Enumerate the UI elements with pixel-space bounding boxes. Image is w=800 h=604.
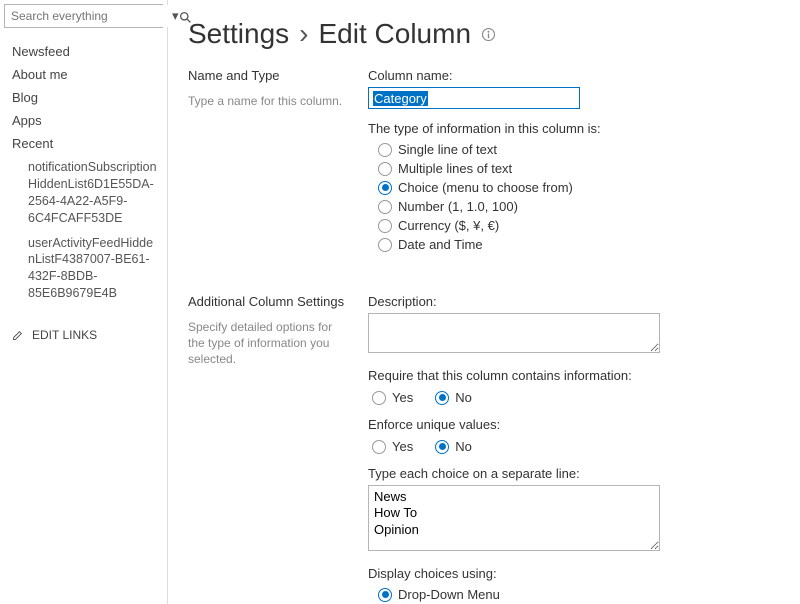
column-type-radio[interactable]: Date and Time	[378, 235, 780, 254]
unique-radio-group: Yes No	[368, 436, 780, 454]
section-heading: Additional Column Settings	[188, 294, 352, 309]
edit-links-label: EDIT LINKS	[32, 328, 97, 342]
breadcrumb-current: Edit Column	[319, 18, 472, 50]
unique-no-radio[interactable]: No	[435, 439, 472, 454]
info-icon[interactable]	[481, 26, 496, 43]
radio-label: Multiple lines of text	[398, 161, 512, 176]
column-name-field[interactable]: Category	[368, 87, 580, 109]
display-choice-radio[interactable]: Drop-Down Menu	[378, 585, 780, 604]
require-label: Require that this column contains inform…	[368, 368, 780, 383]
breadcrumb: Settings › Edit Column	[188, 18, 780, 50]
require-yes-radio[interactable]: Yes	[372, 390, 413, 405]
display-label: Display choices using:	[368, 566, 780, 581]
radio-label: Currency ($, ¥, €)	[398, 218, 499, 233]
column-type-label: The type of information in this column i…	[368, 121, 780, 136]
radio-label: Drop-Down Menu	[398, 587, 500, 602]
column-type-radio[interactable]: Number (1, 1.0, 100)	[378, 197, 780, 216]
choices-label: Type each choice on a separate line:	[368, 466, 780, 481]
column-name-value: Category	[373, 91, 428, 106]
recent-item[interactable]: userActivityFeedHiddenListF4387007-BE61-…	[2, 231, 165, 307]
breadcrumb-root[interactable]: Settings	[188, 18, 289, 50]
section-heading: Name and Type	[188, 68, 352, 83]
column-type-radio[interactable]: Multiple lines of text	[378, 159, 780, 178]
section-name-and-type: Name and Type Type a name for this colum…	[188, 68, 780, 266]
radio-label: Number (1, 1.0, 100)	[398, 199, 518, 214]
breadcrumb-separator: ›	[299, 18, 308, 50]
section-help: Type a name for this column.	[188, 93, 352, 109]
column-name-label: Column name:	[368, 68, 780, 83]
sidebar-item-newsfeed[interactable]: Newsfeed	[2, 40, 165, 63]
sidebar-item-blog[interactable]: Blog	[2, 86, 165, 109]
radio-icon	[378, 162, 392, 176]
radio-icon	[378, 143, 392, 157]
column-type-radio[interactable]: Single line of text	[378, 140, 780, 159]
radio-icon	[378, 181, 392, 195]
main-content: Settings › Edit Column Name and Type Typ…	[168, 0, 800, 604]
require-no-radio[interactable]: No	[435, 390, 472, 405]
unique-label: Enforce unique values:	[368, 417, 780, 432]
description-label: Description:	[368, 294, 780, 309]
column-type-radio[interactable]: Choice (menu to choose from)	[378, 178, 780, 197]
radio-label: Choice (menu to choose from)	[398, 180, 573, 195]
section-additional-settings: Additional Column Settings Specify detai…	[188, 294, 780, 604]
radio-label: Date and Time	[398, 237, 483, 252]
unique-yes-radio[interactable]: Yes	[372, 439, 413, 454]
section-help: Specify detailed options for the type of…	[188, 319, 352, 368]
description-field[interactable]	[368, 313, 660, 353]
sidebar: ▾ Newsfeed About me Blog Apps Recent not…	[0, 0, 168, 604]
pencil-icon	[12, 329, 24, 341]
search-box[interactable]: ▾	[4, 4, 163, 28]
radio-label: Single line of text	[398, 142, 497, 157]
radio-icon	[378, 588, 392, 602]
require-radio-group: Yes No	[368, 387, 780, 405]
sidebar-item-apps[interactable]: Apps	[2, 109, 165, 132]
choices-field[interactable]	[368, 485, 660, 551]
sidebar-item-recent[interactable]: Recent	[2, 132, 165, 155]
radio-icon	[378, 238, 392, 252]
recent-item[interactable]: notificationSubscriptionHiddenList6D1E55…	[2, 155, 165, 231]
radio-icon	[378, 200, 392, 214]
column-type-radio[interactable]: Currency ($, ¥, €)	[378, 216, 780, 235]
search-input[interactable]	[5, 5, 172, 27]
edit-links-button[interactable]: EDIT LINKS	[2, 320, 165, 350]
radio-icon	[378, 219, 392, 233]
sidebar-item-about-me[interactable]: About me	[2, 63, 165, 86]
